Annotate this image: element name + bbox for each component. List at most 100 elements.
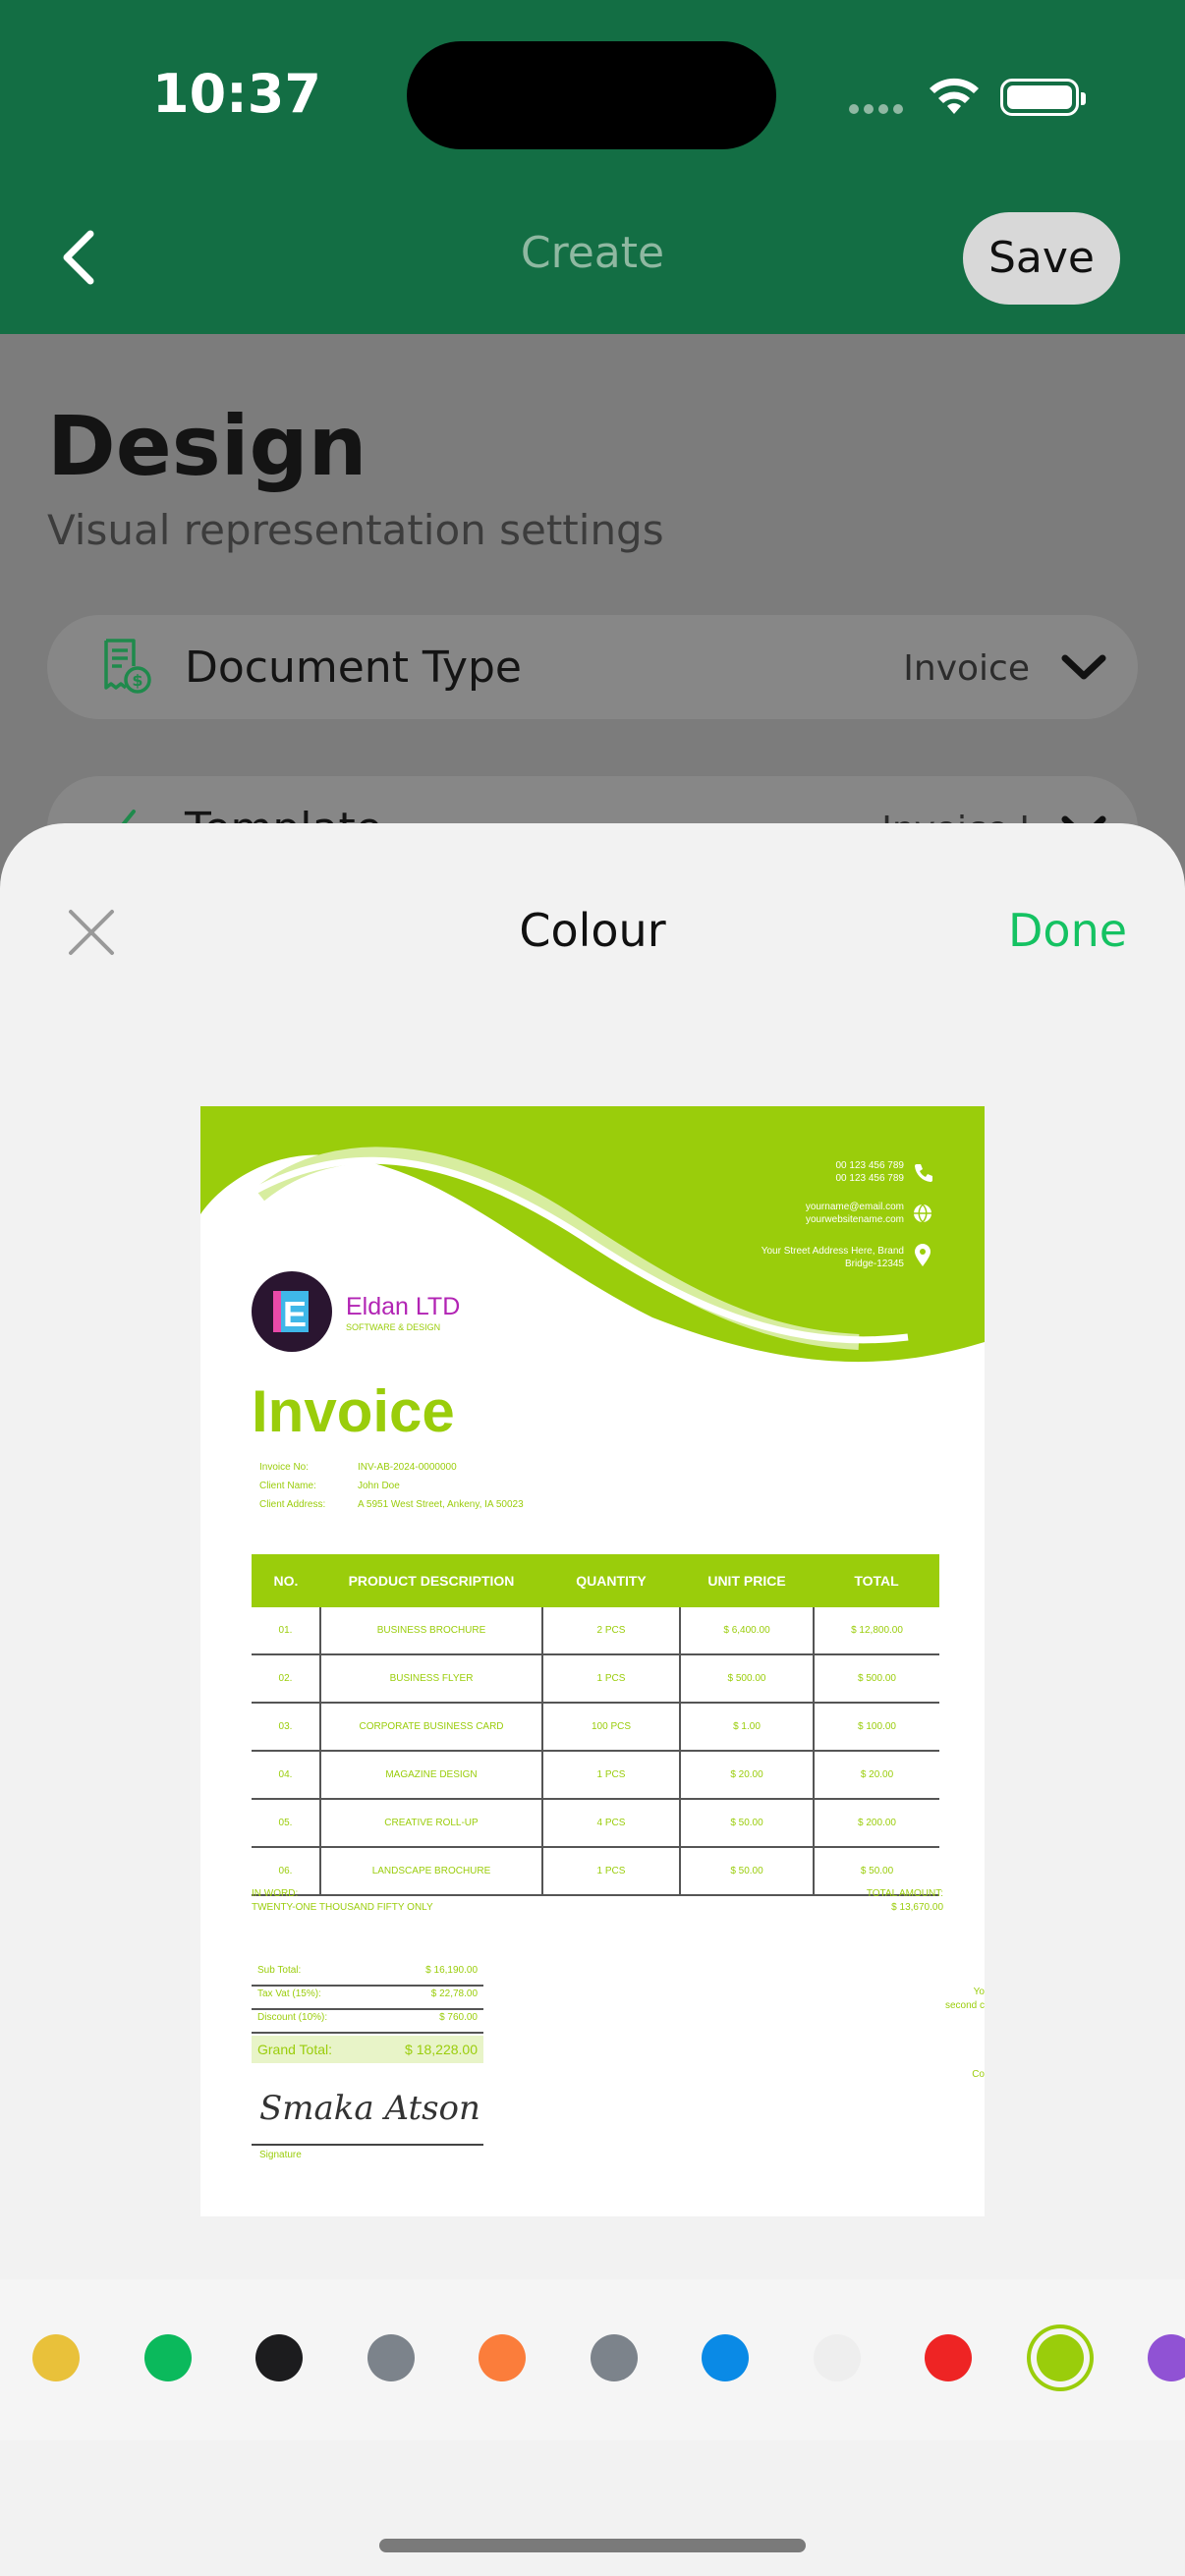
colour-swatch-blue[interactable] (702, 2334, 749, 2381)
table-row: 03. CORPORATE BUSINESS CARD 100 PCS $ 1.00 $… (252, 1703, 939, 1752)
invoice-preview: E Eldan LTD SOFTWARE & DESIGN 00 123 456… (200, 1106, 985, 2216)
cell: 1 PCS (541, 1654, 680, 1704)
company-name: Eldan LTD (346, 1293, 461, 1320)
cell: $ 50.00 (679, 1799, 814, 1848)
table-row: 01. BUSINESS BROCHURE 2 PCS $ 6,400.00 $ 12,… (252, 1607, 939, 1655)
col-header: NO. (252, 1554, 320, 1607)
cell: $ 1.00 (679, 1703, 814, 1752)
meta-label: Client Name: (259, 1481, 316, 1491)
done-button[interactable]: Done (1008, 904, 1127, 957)
page-subtitle: Visual representation settings (47, 506, 664, 554)
col-header: UNIT PRICE (680, 1554, 814, 1607)
svg-text:$: $ (132, 671, 142, 690)
signature-label: Signature (259, 2150, 302, 2160)
email: yourname@email.com (805, 1202, 904, 1212)
location-pin-icon (915, 1244, 931, 1266)
total-amount-value: $ 13,670.00 (891, 1902, 943, 1913)
meta-label: Invoice No: (259, 1462, 310, 1473)
save-button[interactable]: Save (963, 212, 1120, 305)
total-amount-label: TOTAL AMOUNT: (866, 1888, 943, 1899)
cut-text: Yo (973, 1987, 985, 1997)
colour-swatch-lime[interactable] (1036, 2334, 1084, 2381)
cell: $ 500.00 (813, 1654, 939, 1704)
col-header: TOTAL (814, 1554, 939, 1607)
cut-text: Co (972, 2069, 985, 2080)
cell: $ 100.00 (813, 1703, 939, 1752)
cell: 02. (252, 1654, 320, 1704)
invoice-title: Invoice (252, 1378, 455, 1444)
phone-icon (915, 1164, 932, 1182)
colour-swatch-orange[interactable] (479, 2334, 526, 2381)
signature: Smaka Atson (259, 2089, 480, 2128)
table-row: 02. BUSINESS FLYER 1 PCS $ 500.00 $ 500.00 (252, 1654, 939, 1704)
in-word-label: IN WORD: (252, 1888, 299, 1899)
cell: CORPORATE BUSINESS CARD (319, 1703, 542, 1752)
cell: 1 PCS (541, 1751, 680, 1800)
colour-swatch-white[interactable] (813, 2334, 861, 2381)
phone-1: 00 123 456 789 (835, 1160, 904, 1171)
grand-total-row: Grand Total: $ 18,228.00 (252, 2036, 483, 2063)
table-row: 06. LANDSCAPE BROCHURE 1 PCS $ 50.00 $ 50.00 (252, 1847, 939, 1896)
cell: LANDSCAPE BROCHURE (319, 1847, 542, 1896)
cell: CREATIVE ROLL-UP (319, 1799, 542, 1848)
address-1: Your Street Address Here, Brand (761, 1246, 904, 1257)
col-header: QUANTITY (542, 1554, 680, 1607)
cut-text: second c (944, 2000, 985, 2011)
page-title: Design (47, 398, 367, 494)
cell: MAGAZINE DESIGN (319, 1751, 542, 1800)
document-type-value: Invoice (903, 648, 1030, 689)
phone-2: 00 123 456 789 (835, 1173, 904, 1184)
meta-value: A 5951 West Street, Ankeny, IA 50023 (358, 1499, 524, 1510)
document-type-label: Document Type (185, 643, 522, 693)
wifi-icon (930, 78, 979, 114)
cell: 100 PCS (541, 1703, 680, 1752)
cell: BUSINESS BROCHURE (319, 1607, 542, 1655)
cell: 05. (252, 1799, 320, 1848)
cell: BUSINESS FLYER (319, 1654, 542, 1704)
table-row: 05. CREATIVE ROLL-UP 4 PCS $ 50.00 $ 200.00 (252, 1799, 939, 1848)
company-logo: E (252, 1271, 332, 1352)
table-row: 04. MAGAZINE DESIGN 1 PCS $ 20.00 $ 20.00 (252, 1751, 939, 1800)
sub-total-row: Sub Total: $ 16,190.00 (252, 1965, 483, 1987)
tax-row: Tax Vat (15%): $ 22,78.00 (252, 1988, 483, 2010)
col-header: PRODUCT DESCRIPTION (320, 1554, 542, 1607)
cell: $ 500.00 (679, 1654, 814, 1704)
cell: 4 PCS (541, 1799, 680, 1848)
cell: $ 50.00 (679, 1847, 814, 1896)
status-time: 10:37 (152, 63, 321, 125)
cell: $ 12,800.00 (813, 1607, 939, 1655)
receipt-dollar-icon: $ (104, 639, 151, 694)
cell: 1 PCS (541, 1847, 680, 1896)
cell: 03. (252, 1703, 320, 1752)
cell: $ 20.00 (679, 1751, 814, 1800)
meta-value: INV-AB-2024-0000000 (358, 1462, 457, 1473)
address-2: Bridge-12345 (844, 1259, 904, 1269)
in-word-value: TWENTY-ONE THOUSAND FIFTY ONLY (252, 1902, 433, 1913)
cell: 01. (252, 1607, 320, 1655)
colour-swatch-black[interactable] (255, 2334, 303, 2381)
colour-swatch-yellow[interactable] (32, 2334, 80, 2381)
cell: 04. (252, 1751, 320, 1800)
meta-label: Client Address: (259, 1499, 326, 1510)
cellular-signal-icon (849, 101, 908, 119)
globe-icon (914, 1204, 931, 1224)
dynamic-island (407, 41, 776, 149)
cell: $ 20.00 (813, 1751, 939, 1800)
cell: $ 6,400.00 (679, 1607, 814, 1655)
document-type-row[interactable]: $ Document Type Invoice (47, 615, 1138, 719)
website: yourwebsitename.com (805, 1214, 904, 1225)
cell: 2 PCS (541, 1607, 680, 1655)
logo-letter: E (283, 1294, 307, 1334)
colour-swatch-green[interactable] (143, 2334, 192, 2381)
meta-value: John Doe (358, 1481, 400, 1491)
home-indicator (379, 2539, 806, 2552)
colour-swatch-grey[interactable] (367, 2334, 415, 2381)
battery-icon (1000, 79, 1086, 116)
colour-swatch-red[interactable] (925, 2334, 972, 2381)
company-subtitle: SOFTWARE & DESIGN (346, 1322, 441, 1332)
colour-swatch-slate[interactable] (590, 2334, 638, 2381)
chevron-down-icon (1061, 654, 1106, 680)
invoice-table: NO. PRODUCT DESCRIPTION QUANTITY UNIT PR… (252, 1554, 939, 1896)
discount-row: Discount (10%): $ 760.00 (252, 2012, 483, 2034)
cell: $ 200.00 (813, 1799, 939, 1848)
